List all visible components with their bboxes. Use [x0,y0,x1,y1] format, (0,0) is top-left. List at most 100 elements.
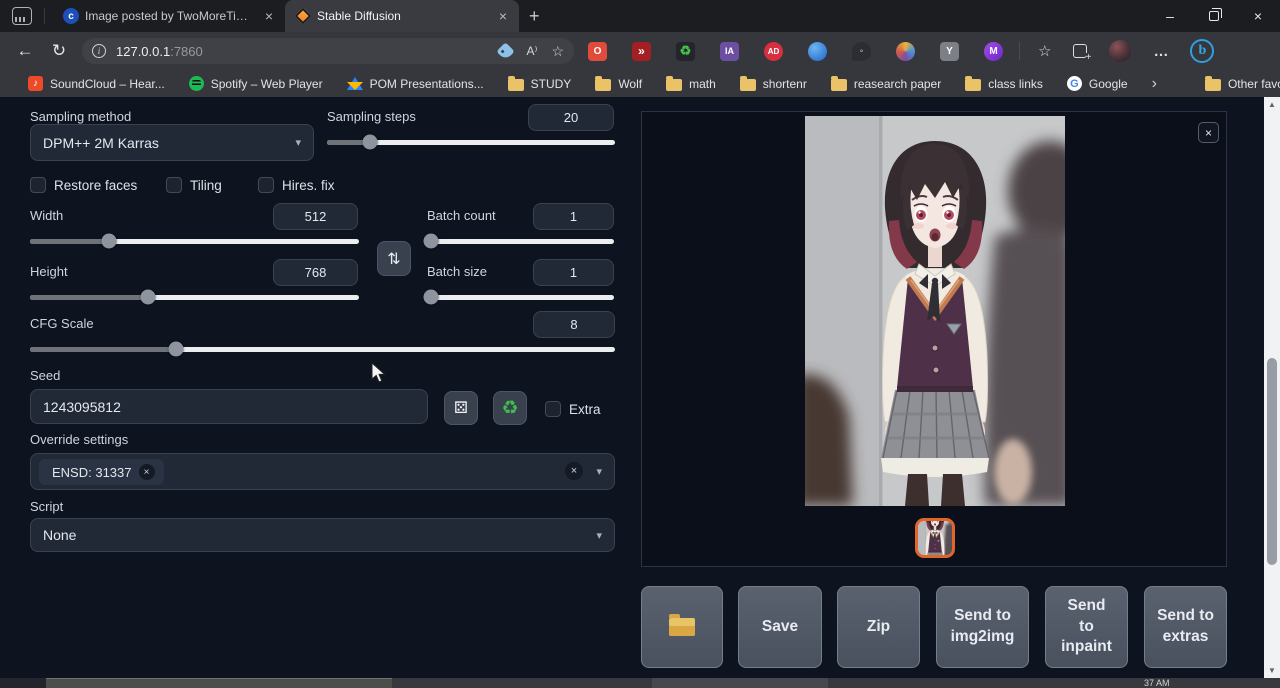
send-to-inpaint-button[interactable]: Send to inpaint [1045,586,1128,668]
bookmark-google[interactable]: GGoogle [1067,76,1128,91]
random-seed-dice-button[interactable]: ⚄ [444,391,478,425]
slider-knob[interactable] [169,342,184,357]
seed-input[interactable] [30,389,428,424]
bookmark-label: Spotify – Web Player [211,77,323,91]
bookmarks-overflow-chevron[interactable]: › [1152,75,1157,93]
restore-faces-checkbox[interactable]: Restore faces [30,177,137,193]
extension-o-icon[interactable]: O [588,42,607,61]
extension-shazam-icon[interactable] [808,42,827,61]
bookmark-folder-shortenr[interactable]: shortenr [740,77,807,91]
extension-pin-icon[interactable]: ◦ [852,42,871,61]
sampling-method-dropdown[interactable]: DPM++ 2M Karras ▾ [30,124,314,161]
page-scrollbar[interactable]: ▲ ▼ [1264,97,1280,678]
extension-globe-icon[interactable] [896,42,915,61]
tab-image-posted[interactable]: c Image posted by TwoMoreTimes × [53,0,285,32]
collections-icon[interactable] [1073,44,1087,58]
slider-knob[interactable] [141,290,156,305]
extension-ia-icon[interactable]: IA [720,42,739,61]
scrollbar-thumb[interactable] [1267,358,1277,565]
batch-count-slider[interactable] [427,234,614,249]
send-to-img2img-button[interactable]: Send to img2img [936,586,1029,668]
bookmark-folder-math[interactable]: math [666,77,716,91]
tab-stable-diffusion[interactable]: Stable Diffusion × [285,0,519,32]
batch-size-slider[interactable] [427,290,614,305]
more-menu-icon[interactable]: … [1153,43,1168,60]
bookmark-other-favorites[interactable]: Other favorites [1205,77,1280,91]
slider-knob[interactable] [101,234,116,249]
bookmark-label: Google [1089,77,1128,91]
extra-seed-checkbox[interactable]: Extra [545,401,601,417]
bing-chat-icon[interactable]: b [1190,39,1214,63]
batch-count-input[interactable] [533,203,614,230]
open-folder-button[interactable] [641,586,723,668]
height-label: Height [30,264,68,279]
read-aloud-icon[interactable]: A⁾ [526,44,537,58]
script-dropdown[interactable]: None ▾ [30,518,615,552]
checkbox-icon[interactable] [30,177,46,193]
cfg-scale-slider[interactable] [30,342,615,357]
bookmark-folder-wolf[interactable]: Wolf [595,77,642,91]
new-tab-button[interactable]: + [519,6,550,27]
bookmark-folder-classlinks[interactable]: class links [965,77,1043,91]
extension-recycle-icon[interactable]: ♻ [676,42,695,61]
gallery-thumbnail-selected[interactable] [915,518,955,558]
extension-m-icon[interactable]: M [984,42,1003,61]
add-favorite-icon[interactable]: ☆ [551,43,564,60]
save-button[interactable]: Save [738,586,822,668]
extension-y-icon[interactable]: Y [940,42,959,61]
checkbox-icon[interactable] [166,177,182,193]
url-text[interactable]: 127.0.0.1:7860 [116,44,499,59]
chevron-down-icon[interactable]: ▾ [596,465,602,478]
gallery-close-button[interactable]: × [1198,122,1219,143]
tab1-close-icon[interactable]: × [261,8,277,24]
profile-avatar[interactable] [1109,40,1131,62]
height-slider[interactable] [30,290,359,305]
slider-knob[interactable] [423,290,438,305]
generated-image[interactable] [805,116,1065,506]
back-button[interactable]: ← [8,41,42,61]
checkbox-icon[interactable] [258,177,274,193]
hires-fix-checkbox[interactable]: Hires. fix [258,177,335,193]
close-window-button[interactable]: × [1236,0,1280,32]
override-settings-multiselect[interactable]: ENSD: 31337 × × ▾ [30,453,615,490]
minimize-button[interactable]: – [1148,0,1192,32]
restore-button[interactable] [1192,0,1236,32]
chip-remove-icon[interactable]: × [139,464,155,480]
width-input[interactable] [273,203,358,230]
bookmark-folder-research[interactable]: reasearch paper [831,77,941,91]
height-input[interactable] [273,259,358,286]
bookmark-folder-study[interactable]: STUDY [508,77,572,91]
bookmark-label: shortenr [763,77,807,91]
bookmark-spotify[interactable]: Spotify – Web Player [189,76,323,91]
extension-forward-icon[interactable]: » [632,42,651,61]
shopping-tag-icon[interactable] [497,42,515,60]
tab2-close-icon[interactable]: × [495,8,511,24]
scroll-up-icon[interactable]: ▲ [1264,97,1280,112]
zip-button[interactable]: Zip [837,586,920,668]
override-chip-ensd[interactable]: ENSD: 31337 × [39,459,164,485]
send-to-extras-button[interactable]: Send to extras [1144,586,1227,668]
slider-knob[interactable] [423,234,438,249]
bookmark-pom[interactable]: POM Presentations... [347,77,484,91]
swap-dimensions-button[interactable]: ⇅ [377,241,411,276]
tab-actions-icon[interactable] [12,7,32,25]
extension-ad-icon[interactable]: AD [764,42,783,61]
width-label: Width [30,208,63,223]
sampling-steps-slider[interactable] [327,135,615,150]
batch-size-input[interactable] [533,259,614,286]
width-slider[interactable] [30,234,359,249]
site-info-icon[interactable]: i [92,44,106,58]
reuse-seed-recycle-button[interactable]: ♻ [493,391,527,425]
favorites-hub-icon[interactable]: ☆ [1038,42,1051,60]
slider-knob[interactable] [363,135,378,150]
slider-fill [30,347,176,352]
sampling-steps-input[interactable] [528,104,614,131]
scroll-down-icon[interactable]: ▼ [1264,663,1280,678]
address-bar[interactable]: i 127.0.0.1:7860 A⁾ ☆ [82,38,574,64]
cfg-scale-input[interactable] [533,311,615,338]
checkbox-icon[interactable] [545,401,561,417]
tiling-checkbox[interactable]: Tiling [166,177,222,193]
refresh-button[interactable]: ↻ [42,41,76,61]
bookmark-soundcloud[interactable]: ♪SoundCloud – Hear... [28,76,165,91]
clear-all-icon[interactable]: × [565,462,583,480]
